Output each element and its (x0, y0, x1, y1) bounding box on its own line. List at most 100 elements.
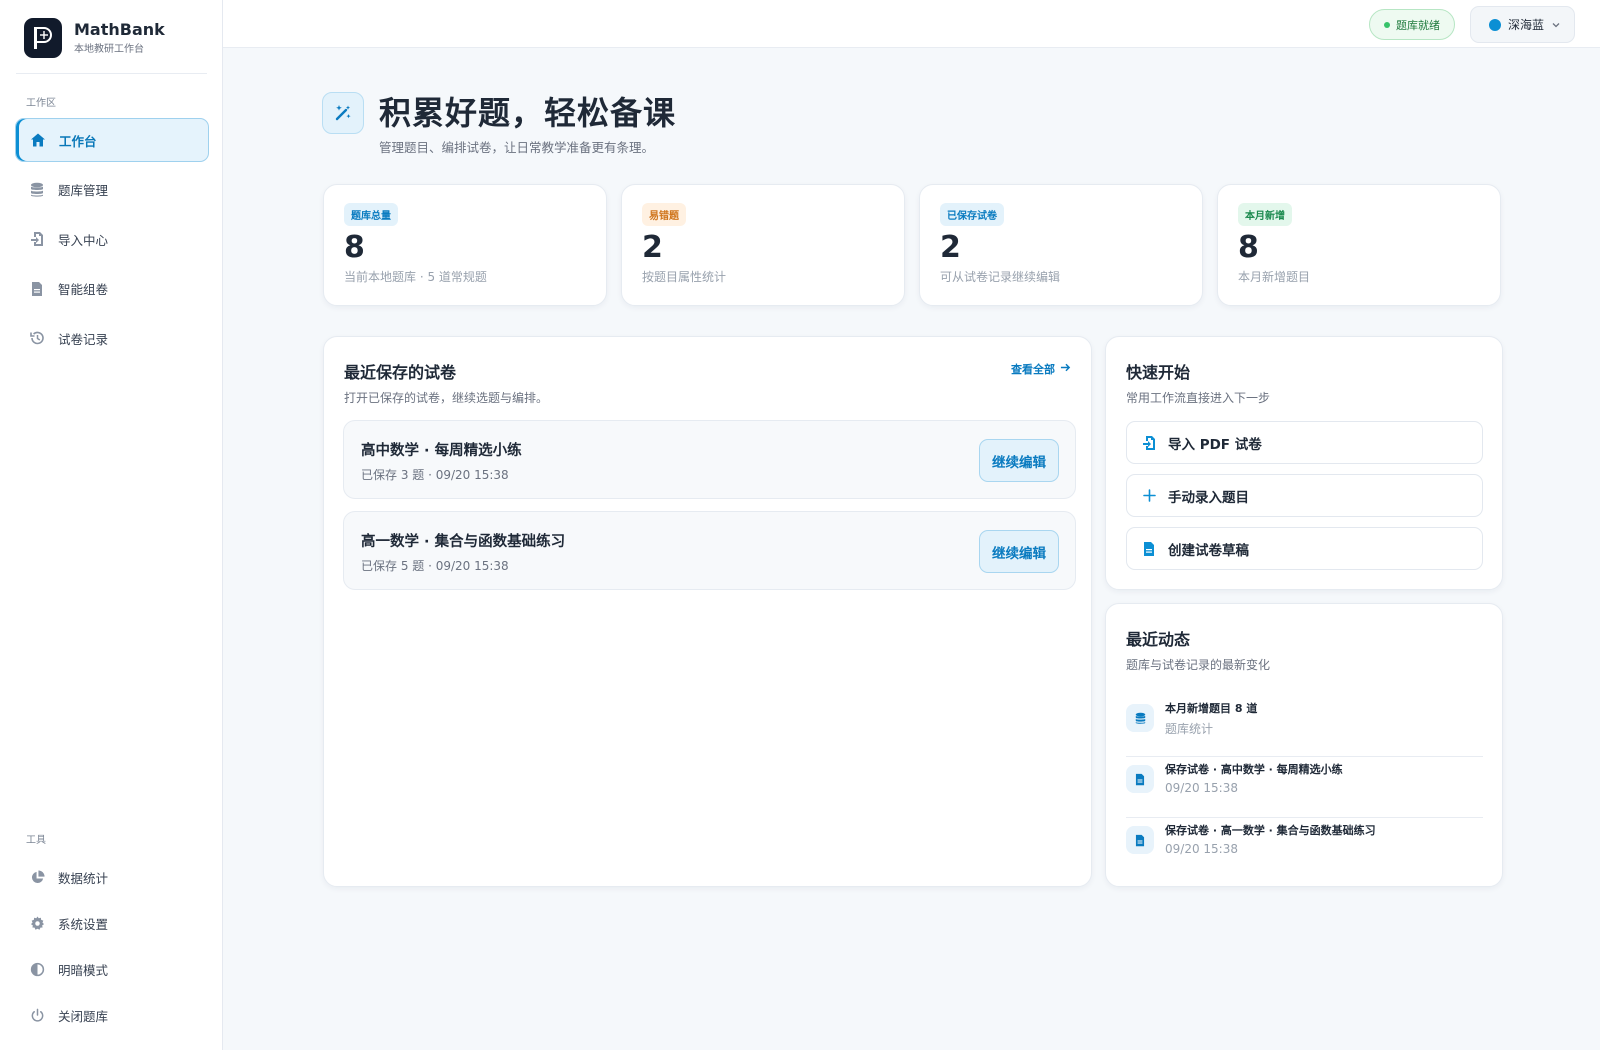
sidebar-nav: 工作台 题库管理 导入中心 智能组卷 试卷记录 (15, 118, 209, 366)
sidebar: MathBank 本地教研工作台 工作区 工作台 题库管理 导入中心 智能组卷 … (0, 0, 223, 1050)
brand-name: MathBank (74, 19, 165, 39)
stat-card-monthly-new: 本月新增 8 本月新增题目 (1217, 184, 1501, 306)
activity-meta: 09/20 15:38 (1165, 842, 1238, 856)
quick-start-label: 创建试卷草稿 (1168, 542, 1249, 559)
sidebar-item-workbench[interactable]: 工作台 (15, 118, 209, 162)
recent-activity-panel: 最近动态 题库与试卷记录的最新变化 本月新增题目 8 道 题库统计 保存试卷 ·… (1105, 603, 1503, 887)
document-icon (1126, 765, 1154, 793)
stat-card-mistakes: 易错题 2 按题目属性统计 (621, 184, 905, 306)
workspace-section-label: 工作区 (26, 98, 56, 109)
import-pdf-button[interactable]: 导入 PDF 试卷 (1126, 421, 1483, 464)
document-icon (1141, 541, 1157, 557)
status-badge: 题库就绪 (1369, 9, 1455, 40)
stat-value: 2 (642, 230, 663, 265)
recent-exams-panel: 最近保存的试卷 查看全部 打开已保存的试卷，继续选题与编排。 高中数学 · 每周… (323, 336, 1092, 887)
activity-item: 保存试卷 · 高中数学 · 每周精选小练 09/20 15:38 (1126, 757, 1483, 818)
tools-section-label: 工具 (26, 835, 46, 846)
theme-color-dot (1489, 18, 1501, 31)
import-icon (1141, 435, 1157, 451)
stat-note: 当前本地题库 · 5 道常规题 (344, 270, 487, 284)
panel-subtitle: 打开已保存的试卷，继续选题与编排。 (344, 391, 549, 405)
stat-value: 8 (344, 230, 365, 265)
continue-edit-button[interactable]: 继续编辑 (979, 439, 1059, 482)
stat-note: 按题目属性统计 (642, 270, 727, 284)
panel-title: 最近动态 (1126, 630, 1191, 649)
stat-badge: 易错题 (642, 203, 686, 226)
stat-value: 8 (1238, 230, 1259, 265)
brand-logo-icon (24, 18, 62, 58)
brand-subtitle: 本地教研工作台 (74, 43, 144, 55)
exam-meta: 已保存 3 题 · 09/20 15:38 (361, 468, 509, 482)
database-icon (1126, 704, 1154, 732)
sidebar-item-label: 智能组卷 (58, 282, 109, 297)
create-draft-button[interactable]: 创建试卷草稿 (1126, 527, 1483, 570)
contrast-icon (29, 961, 45, 977)
sidebar-item-smart-assembly[interactable]: 智能组卷 (15, 267, 209, 311)
exam-meta: 已保存 5 题 · 09/20 15:38 (361, 559, 509, 573)
page-subtitle: 管理题目、编排试卷，让日常教学准备更有条理。 (379, 140, 655, 155)
activity-title: 本月新增题目 8 道 (1165, 702, 1258, 715)
plus-icon (1141, 488, 1157, 504)
sidebar-tools: 数据统计 系统设置 明暗模式 关闭题库 (15, 857, 209, 1041)
sidebar-item-label: 工作台 (59, 133, 97, 149)
document-icon (1126, 826, 1154, 854)
brand[interactable]: MathBank 本地教研工作台 (24, 18, 165, 58)
magic-wand-icon (322, 92, 364, 134)
gear-icon (29, 915, 45, 931)
activity-meta: 09/20 15:38 (1165, 781, 1238, 795)
sidebar-item-dark-mode[interactable]: 明暗模式 (15, 949, 209, 989)
sidebar-item-close-bank[interactable]: 关闭题库 (15, 995, 209, 1035)
activity-title: 保存试卷 · 高一数学 · 集合与函数基础练习 (1165, 824, 1376, 837)
sidebar-item-settings[interactable]: 系统设置 (15, 903, 209, 943)
sidebar-item-label: 系统设置 (58, 916, 109, 932)
home-icon (30, 132, 46, 148)
exam-card[interactable]: 高一数学 · 集合与函数基础练习 已保存 5 题 · 09/20 15:38 继… (343, 511, 1076, 590)
panel-title: 快速开始 (1126, 363, 1191, 382)
stat-badge: 已保存试卷 (940, 203, 1004, 226)
sidebar-item-label: 导入中心 (58, 232, 109, 248)
page-title: 积累好题，轻松备课 (379, 94, 677, 132)
sidebar-item-import-center[interactable]: 导入中心 (15, 217, 209, 261)
sidebar-item-question-bank[interactable]: 题库管理 (15, 168, 209, 212)
import-icon (29, 231, 45, 247)
continue-edit-button[interactable]: 继续编辑 (979, 530, 1059, 573)
activity-title: 保存试卷 · 高中数学 · 每周精选小练 (1165, 763, 1343, 776)
exam-title: 高一数学 · 集合与函数基础练习 (361, 534, 566, 550)
document-icon (29, 281, 45, 297)
manual-entry-button[interactable]: 手动录入题目 (1126, 474, 1483, 517)
stat-note: 本月新增题目 (1238, 270, 1311, 284)
database-icon (29, 182, 45, 198)
divider (16, 73, 207, 74)
exam-card[interactable]: 高中数学 · 每周精选小练 已保存 3 题 · 09/20 15:38 继续编辑 (343, 420, 1076, 499)
panel-title: 最近保存的试卷 (344, 363, 457, 382)
view-all-link[interactable]: 查看全部 (1011, 361, 1071, 377)
exam-title: 高中数学 · 每周精选小练 (361, 443, 522, 459)
pie-chart-icon (29, 869, 45, 885)
power-icon (29, 1007, 45, 1023)
stat-note: 可从试卷记录继续编辑 (940, 270, 1061, 284)
sidebar-item-label: 数据统计 (58, 870, 109, 886)
arrow-right-icon (1060, 362, 1071, 376)
quick-start-panel: 快速开始 常用工作流直接进入下一步 导入 PDF 试卷 手动录入题目 创建试卷草… (1105, 336, 1503, 590)
quick-start-label: 手动录入题目 (1168, 489, 1249, 506)
stat-value: 2 (940, 230, 961, 265)
sidebar-item-label: 试卷记录 (58, 331, 109, 347)
stat-card-saved-exams: 已保存试卷 2 可从试卷记录继续编辑 (919, 184, 1203, 306)
sidebar-item-label: 明暗模式 (58, 962, 109, 978)
history-icon (29, 330, 45, 346)
activity-item: 保存试卷 · 高一数学 · 集合与函数基础练习 09/20 15:38 (1126, 818, 1483, 879)
stat-badge: 本月新增 (1238, 203, 1292, 226)
view-all-label: 查看全部 (1011, 363, 1055, 376)
stat-badge: 题库总量 (344, 203, 398, 226)
theme-selector[interactable]: 深海蓝 (1470, 6, 1575, 43)
sidebar-item-exam-records[interactable]: 试卷记录 (15, 316, 209, 360)
panel-subtitle: 常用工作流直接进入下一步 (1126, 391, 1271, 405)
chevron-down-icon (1551, 20, 1561, 30)
status-text: 题库就绪 (1396, 18, 1440, 32)
sidebar-item-statistics[interactable]: 数据统计 (15, 857, 209, 897)
theme-label: 深海蓝 (1508, 18, 1545, 32)
panel-subtitle: 题库与试卷记录的最新变化 (1126, 658, 1271, 672)
activity-meta: 题库统计 (1165, 722, 1214, 736)
sidebar-item-label: 关闭题库 (58, 1008, 109, 1024)
quick-start-label: 导入 PDF 试卷 (1168, 436, 1262, 453)
